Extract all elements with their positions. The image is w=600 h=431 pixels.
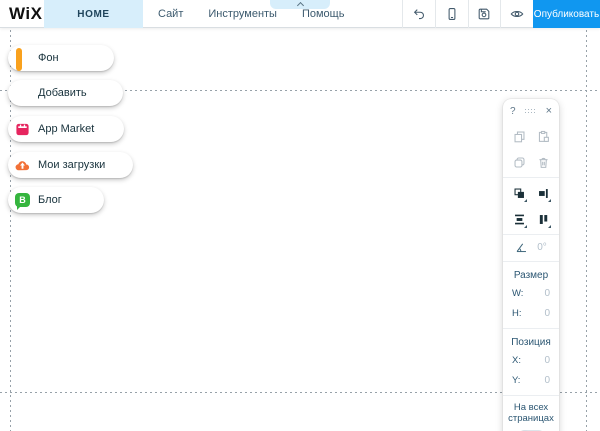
arrange-button[interactable]	[507, 180, 531, 206]
preview-eye-icon	[510, 10, 524, 18]
match-size-button[interactable]	[531, 206, 555, 232]
dropdown-caret-icon	[524, 225, 527, 229]
app-market-label: App Market	[38, 123, 95, 135]
save-icon	[479, 8, 490, 20]
save-button[interactable]	[467, 0, 501, 28]
dropdown-caret-icon	[524, 199, 527, 203]
distribute-icon	[514, 214, 524, 224]
width-value[interactable]: 0	[544, 288, 550, 299]
background-label: Фон	[38, 52, 59, 64]
rotation-row: 0°	[503, 235, 559, 260]
uploads-icon	[15, 158, 30, 173]
background-button[interactable]: Фон	[8, 45, 114, 71]
blog-icon: B	[15, 192, 30, 210]
x-value[interactable]: 0	[544, 355, 550, 366]
toolbox-header: ? ×	[503, 99, 559, 121]
copy-icon	[514, 131, 524, 142]
help-icon[interactable]: ?	[510, 106, 516, 117]
width-row: W: 0	[503, 284, 559, 304]
size-section: Размер W: 0 H: 0	[503, 262, 559, 328]
add-icon	[15, 86, 30, 101]
copy-button[interactable]	[507, 123, 531, 149]
undo-icon	[413, 9, 424, 20]
collapse-topbar-tab[interactable]	[270, 0, 330, 10]
wix-logo: WiX	[9, 4, 43, 23]
duplicate-icon	[514, 157, 524, 168]
my-uploads-label: Мои загрузки	[38, 159, 106, 171]
duplicate-button[interactable]	[507, 149, 531, 175]
add-button[interactable]: Добавить	[8, 80, 123, 106]
arrange-tools	[503, 178, 559, 234]
close-icon[interactable]: ×	[546, 106, 552, 117]
background-icon	[15, 47, 30, 71]
editor-topbar: WiX HOME Сайт Инструменты Помощь Опублик…	[0, 0, 600, 28]
arrange-icon	[514, 188, 524, 198]
align-icon	[538, 188, 548, 198]
drag-handle-icon[interactable]	[524, 108, 537, 115]
paste-button[interactable]	[531, 123, 555, 149]
dropdown-caret-icon	[548, 225, 551, 229]
mobile-preview-icon	[448, 8, 456, 20]
element-toolbox-panel: ? × 0° Размер W: 0 H: 0 Позиция X: 0 Y: …	[503, 99, 559, 431]
clipboard-tools	[503, 121, 559, 177]
preview-button[interactable]	[500, 0, 533, 28]
publish-button[interactable]: Опубликовать	[533, 0, 600, 28]
dropdown-caret-icon	[548, 199, 551, 203]
x-row: X: 0	[503, 351, 559, 371]
my-uploads-button[interactable]: Мои загрузки	[8, 152, 133, 178]
page-guide-vertical-right	[586, 30, 587, 431]
mobile-view-button[interactable]	[434, 0, 468, 28]
menu-help[interactable]: Помощь	[302, 8, 345, 20]
app-market-icon	[15, 122, 30, 137]
chevron-up-icon	[296, 1, 304, 10]
height-value[interactable]: 0	[544, 308, 550, 319]
add-label: Добавить	[38, 87, 87, 99]
topbar-icon-group	[402, 0, 533, 28]
menu-tools[interactable]: Инструменты	[208, 8, 277, 20]
app-market-button[interactable]: App Market	[8, 116, 124, 142]
height-row: H: 0	[503, 304, 559, 324]
y-value[interactable]: 0	[544, 375, 550, 386]
delete-icon	[538, 157, 548, 168]
y-row: Y: 0	[503, 371, 559, 391]
blog-button[interactable]: B Блог	[8, 187, 104, 213]
x-label: X:	[512, 355, 521, 367]
rotation-angle-icon[interactable]	[515, 241, 528, 254]
distribute-button[interactable]	[507, 206, 531, 232]
position-section: Позиция X: 0 Y: 0	[503, 329, 559, 395]
menu-site[interactable]: Сайт	[158, 8, 183, 20]
tab-home[interactable]: HOME	[44, 0, 143, 28]
paste-icon	[538, 130, 549, 142]
y-label: Y:	[512, 375, 521, 387]
all-pages-label: На всех страницах	[508, 401, 554, 424]
position-title: Позиция	[511, 336, 551, 348]
height-label: H:	[512, 308, 522, 320]
size-title: Размер	[513, 269, 549, 281]
delete-button[interactable]	[531, 149, 555, 175]
all-pages-section: На всех страницах	[503, 396, 559, 431]
width-label: W:	[512, 288, 524, 300]
editor-canvas[interactable]: Фон Добавить App Market Мои загрузки B Б…	[0, 28, 600, 431]
undo-button[interactable]	[402, 0, 435, 28]
rotation-value[interactable]: 0°	[537, 242, 547, 253]
blog-label: Блог	[38, 194, 62, 206]
match-size-icon	[539, 214, 547, 224]
align-button[interactable]	[531, 180, 555, 206]
